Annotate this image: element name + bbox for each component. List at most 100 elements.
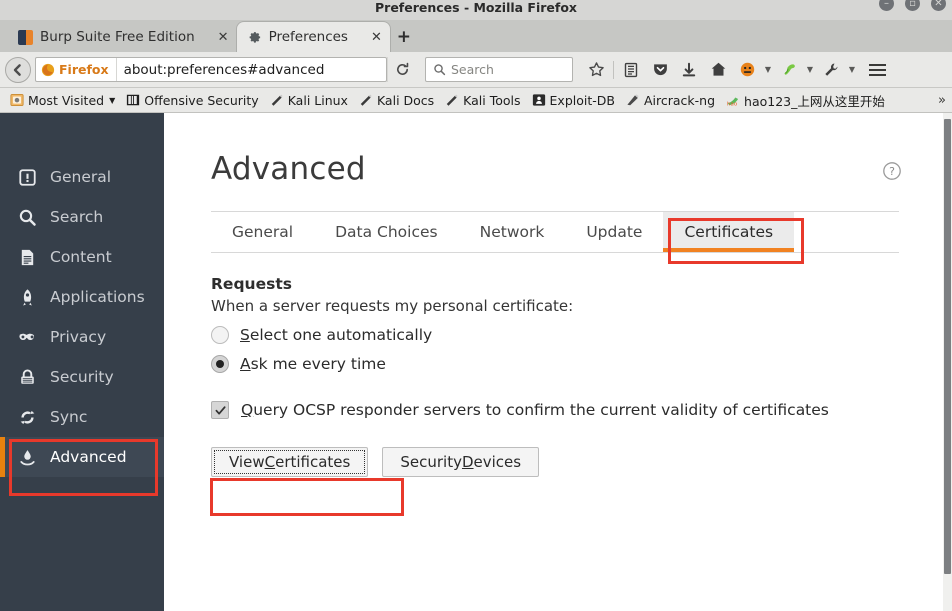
sidebar-item-sync[interactable]: Sync [0, 397, 164, 437]
toolbar-icons: ▼ ▼ ▼ [582, 56, 858, 84]
scrollbar-thumb[interactable] [944, 119, 951, 574]
back-button[interactable] [5, 57, 31, 83]
pocket-icon[interactable] [646, 56, 674, 84]
radio-label: Select one automatically [240, 326, 432, 344]
back-arrow-icon [10, 62, 26, 78]
aircrack-icon [626, 93, 640, 107]
maximize-button[interactable]: ▫ [905, 0, 920, 11]
search-bar[interactable]: Search [425, 57, 573, 82]
requests-description: When a server requests my personal certi… [211, 297, 952, 315]
accesskey-char: A [240, 355, 251, 373]
radio-ask-me-every-time[interactable]: Ask me every time [211, 355, 952, 373]
sidebar-item-privacy[interactable]: Privacy [0, 317, 164, 357]
menu-line [869, 64, 886, 66]
kali-icon [445, 93, 459, 107]
radio-select-one-automatically[interactable]: Select one automatically [211, 326, 952, 344]
tab-certificates[interactable]: Certificates [663, 212, 794, 252]
bookmark-kali-tools[interactable]: Kali Tools [440, 91, 525, 110]
radio-label-text: elect one automatically [250, 326, 432, 344]
exploit-db-icon [532, 93, 546, 107]
bookmark-label: Kali Tools [463, 93, 520, 108]
security-devices-button[interactable]: Security Devices [382, 447, 539, 477]
close-button[interactable]: ✕ [931, 0, 946, 11]
sidebar-item-security[interactable]: Security [0, 357, 164, 397]
sidebar-item-label: Applications [50, 288, 145, 306]
bookmark-hao123[interactable]: hao hao123_上网从这里开始 [721, 89, 890, 112]
checkbox-label: Query OCSP responder servers to confirm … [241, 401, 829, 419]
extension-monkey-icon[interactable] [733, 56, 761, 84]
bookmarks-overflow-chevron[interactable]: » [938, 93, 946, 108]
bookmark-label: Kali Linux [288, 93, 348, 108]
extension-wrench-icon[interactable] [817, 56, 845, 84]
sidebar-item-search[interactable]: Search [0, 197, 164, 237]
preferences-content: Advanced ? General Data Choices Network [164, 113, 952, 611]
browser-tab-strip: Burp Suite Free Edition ✕ Preferences ✕ … [0, 20, 952, 52]
extension-hackbar-icon[interactable] [775, 56, 803, 84]
reload-button[interactable] [387, 57, 417, 82]
bookmark-kali-linux[interactable]: Kali Linux [265, 91, 353, 110]
close-icon[interactable]: ✕ [371, 30, 382, 45]
sidebar-item-general[interactable]: General [0, 157, 164, 197]
tab-data-choices[interactable]: Data Choices [314, 212, 459, 252]
bookmark-label: Exploit-DB [550, 93, 615, 108]
bookmark-most-visited[interactable]: Most Visited ▼ [5, 91, 120, 110]
bookmark-exploit-db[interactable]: Exploit-DB [527, 91, 620, 110]
page-title: Advanced [211, 151, 952, 187]
category-tabs: General Data Choices Network Update Cert… [211, 211, 899, 253]
url-bar[interactable]: Firefox about:preferences#advanced [35, 57, 387, 82]
search-input[interactable]: Search [451, 62, 494, 77]
chevron-down-icon[interactable]: ▼ [762, 65, 774, 74]
accesskey-char: S [240, 326, 250, 344]
vertical-scrollbar[interactable] [943, 113, 952, 611]
bookmark-kali-docs[interactable]: Kali Docs [354, 91, 439, 110]
bookmark-star-icon[interactable] [582, 56, 610, 84]
advanced-icon [18, 448, 37, 467]
bookmark-offensive-security[interactable]: Offensive Security [121, 91, 263, 110]
sidebar-item-label: General [50, 168, 111, 186]
button-label-pre: View [229, 453, 265, 471]
chevron-down-icon[interactable]: ▼ [846, 65, 858, 74]
bookmark-aircrack-ng[interactable]: Aircrack-ng [621, 91, 720, 110]
downloads-icon[interactable] [675, 56, 703, 84]
tab-general[interactable]: General [211, 212, 314, 252]
new-tab-button[interactable]: + [390, 22, 418, 52]
sidebar-item-label: Privacy [50, 328, 106, 346]
radio-button[interactable] [211, 355, 229, 373]
sidebar-item-advanced[interactable]: Advanced [0, 437, 164, 477]
button-label-post: ertificates [275, 453, 350, 471]
library-icon[interactable] [617, 56, 645, 84]
sidebar-item-applications[interactable]: Applications [0, 277, 164, 317]
accesskey-char: D [462, 453, 474, 471]
button-label-pre: Security [400, 453, 462, 471]
firefox-window: Preferences - Mozilla Firefox – ▫ ✕ Burp… [0, 0, 952, 611]
checkbox-box[interactable] [211, 401, 229, 419]
window-controls: – ▫ ✕ [879, 0, 946, 11]
close-icon[interactable]: ✕ [218, 30, 229, 45]
tab-update[interactable]: Update [565, 212, 663, 252]
chevron-down-icon[interactable]: ▼ [109, 96, 115, 105]
sidebar-item-content[interactable]: Content [0, 237, 164, 277]
minimize-button[interactable]: – [879, 0, 894, 11]
menu-button[interactable] [862, 56, 892, 84]
identity-box[interactable]: Firefox [36, 58, 117, 81]
chevron-down-icon[interactable]: ▼ [804, 65, 816, 74]
checkbox-query-ocsp[interactable]: Query OCSP responder servers to confirm … [211, 401, 952, 419]
tab-label: Certificates [684, 223, 773, 241]
browser-tab-preferences[interactable]: Preferences ✕ [237, 22, 390, 52]
menu-line [869, 74, 886, 76]
help-icon[interactable]: ? [882, 161, 902, 185]
radio-button[interactable] [211, 326, 229, 344]
tab-title: Preferences [269, 29, 348, 45]
radio-label: Ask me every time [240, 355, 386, 373]
bookmarks-toolbar: Most Visited ▼ Offensive Security Kali L… [0, 88, 952, 113]
home-icon[interactable] [704, 56, 732, 84]
view-certificates-button[interactable]: View Certificates [211, 447, 368, 477]
sidebar-item-label: Content [50, 248, 112, 266]
browser-tab-burp-suite[interactable]: Burp Suite Free Edition ✕ [8, 22, 237, 52]
burp-suite-icon [18, 30, 33, 45]
most-visited-icon [10, 93, 24, 107]
tab-network[interactable]: Network [459, 212, 566, 252]
url-text[interactable]: about:preferences#advanced [117, 62, 325, 78]
checkmark-icon [214, 404, 227, 417]
sidebar-item-label: Security [50, 368, 114, 386]
